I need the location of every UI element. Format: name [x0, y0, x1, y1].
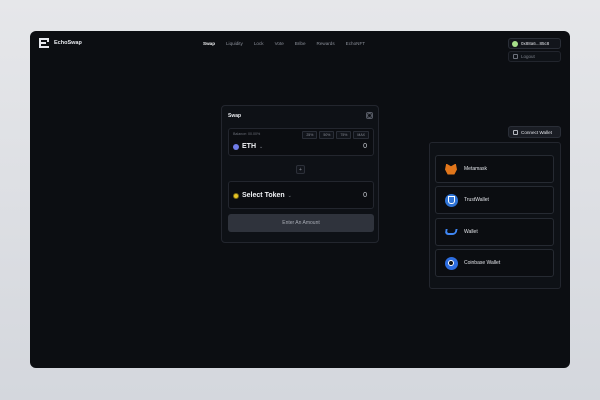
- settings-icon[interactable]: [366, 112, 373, 119]
- connect-wallet-label: Connect Wallet: [521, 129, 552, 135]
- wallet-address-button[interactable]: 0x88a6...85c8: [508, 38, 561, 49]
- percent-buttons: 25% 50% 75% MAX: [302, 131, 369, 139]
- wallet-address: 0x88a6...85c8: [521, 41, 550, 46]
- balance-text: Balance: 00.00%: [233, 132, 261, 136]
- from-token-panel: Balance: 00.00% 25% 50% 75% MAX ETH ⌄ 0: [228, 128, 374, 156]
- wallet-icon: [513, 129, 518, 135]
- coinbase-icon: [444, 256, 458, 270]
- metamask-icon: [445, 163, 457, 175]
- percent-25-button[interactable]: 25%: [302, 131, 318, 139]
- from-token-name: ETH: [242, 143, 256, 150]
- nav-rewards[interactable]: Rewards: [317, 41, 335, 46]
- percent-75-button[interactable]: 75%: [336, 131, 352, 139]
- chevron-down-icon: ⌄: [287, 192, 292, 199]
- logout-label: Logout: [521, 54, 535, 59]
- to-amount-input[interactable]: 0: [363, 192, 367, 199]
- to-token-panel: Select Token ⌄ 0: [228, 181, 374, 209]
- echoswap-logo-icon: [39, 38, 49, 48]
- wallet-option-walletconnect[interactable]: Wallet: [435, 218, 554, 246]
- app-window: EchoSwap Swap Liquidity Lock Vote Bribe …: [30, 31, 570, 368]
- wallet-option-label: Metamask: [464, 166, 488, 172]
- wallet-option-trustwallet[interactable]: TrustWallet: [435, 186, 554, 214]
- wallet-options-panel: Metamask TrustWallet Wallet Coinbase Wal…: [429, 142, 561, 289]
- nav-lock[interactable]: Lock: [254, 41, 264, 46]
- percent-50-button[interactable]: 50%: [319, 131, 335, 139]
- from-amount-input[interactable]: 0: [363, 143, 367, 150]
- max-button[interactable]: MAX: [353, 131, 369, 139]
- swap-title: Swap: [228, 113, 242, 119]
- nav-liquidity[interactable]: Liquidity: [226, 41, 243, 46]
- nav-echonft[interactable]: EchoNFT: [346, 41, 365, 46]
- switch-tokens-button[interactable]: +: [296, 165, 305, 174]
- wallet-option-label: Coinbase Wallet: [464, 260, 501, 266]
- logout-icon: [513, 54, 518, 59]
- nav-swap[interactable]: Swap: [203, 41, 215, 46]
- token-placeholder-icon: [233, 192, 239, 199]
- enter-amount-button[interactable]: Enter An Amount: [228, 214, 374, 232]
- swap-card: Swap Balance: 00.00% 25% 50% 75% MAX ETH…: [221, 105, 379, 243]
- to-token-selector[interactable]: Select Token ⌄: [233, 192, 292, 199]
- trustwallet-icon: [444, 193, 458, 207]
- nav-vote[interactable]: Vote: [275, 41, 284, 46]
- walletconnect-icon: [444, 229, 458, 235]
- app-logo[interactable]: EchoSwap: [39, 38, 82, 48]
- wallet-option-label: TrustWallet: [464, 197, 489, 203]
- enter-amount-label: Enter An Amount: [282, 220, 320, 226]
- eth-icon: [233, 143, 239, 150]
- chevron-down-icon: ⌄: [259, 143, 264, 150]
- avatar: [512, 40, 518, 47]
- to-token-name: Select Token: [242, 192, 285, 199]
- main-nav: Swap Liquidity Lock Vote Bribe Rewards E…: [203, 41, 365, 46]
- logout-button[interactable]: Logout: [508, 51, 561, 62]
- app-name: EchoSwap: [54, 40, 82, 46]
- from-token-selector[interactable]: ETH ⌄: [233, 143, 263, 150]
- wallet-option-metamask[interactable]: Metamask: [435, 155, 554, 183]
- wallet-option-label: Wallet: [464, 229, 478, 235]
- connect-wallet-button[interactable]: Connect Wallet: [508, 126, 561, 138]
- nav-bribe[interactable]: Bribe: [295, 41, 306, 46]
- wallet-option-coinbase[interactable]: Coinbase Wallet: [435, 249, 554, 277]
